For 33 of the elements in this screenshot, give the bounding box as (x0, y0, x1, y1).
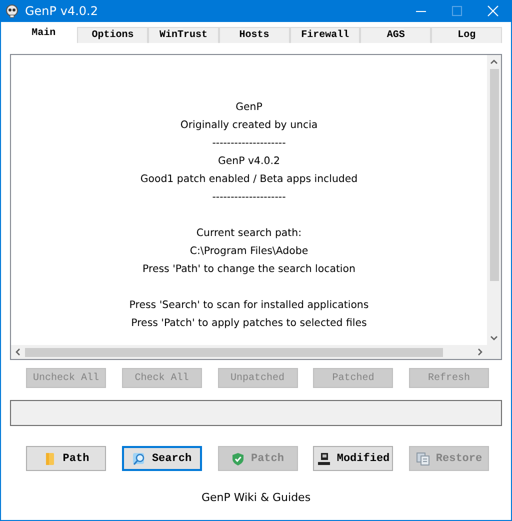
search-icon (132, 452, 146, 466)
horizontal-scrollbar[interactable] (11, 345, 487, 359)
output-line: Press 'Search' to scan for installed applications (129, 299, 369, 313)
action-button[interactable]: Path (26, 446, 106, 471)
scroll-thumb[interactable] (490, 69, 498, 281)
action-button[interactable]: Search (122, 446, 202, 471)
vertical-scrollbar[interactable] (487, 55, 501, 345)
computer-icon (316, 452, 331, 466)
documents-icon (416, 452, 430, 466)
window-title: GenP v4.0.2 (25, 4, 99, 18)
output-line: -------------------- (212, 191, 286, 205)
output-line: Current search path: (196, 227, 302, 241)
tab[interactable]: WinTrust (148, 27, 219, 43)
tab[interactable]: Firewall (290, 27, 360, 43)
output-line: Originally created by uncia (180, 119, 318, 133)
maximize-icon (451, 5, 463, 17)
action-button[interactable]: Modified (313, 446, 394, 471)
app-icon (5, 4, 19, 18)
output-line: C:\Program Files\Adobe (190, 245, 308, 259)
output-line: Good1 patch enabled / Beta apps included (140, 173, 358, 187)
tab[interactable]: Hosts (218, 27, 290, 43)
output-line: GenP (236, 101, 262, 115)
output-line: -------------------- (212, 137, 286, 151)
scroll-thumb[interactable] (25, 348, 443, 356)
output-line: GenP v4.0.2 (218, 155, 280, 169)
output-line: Press 'Path' to change the search location (142, 263, 356, 277)
tab[interactable]: Log (431, 27, 502, 43)
tab[interactable]: AGS (360, 27, 432, 43)
wiki-link[interactable]: GenP Wiki & Guides (201, 491, 311, 504)
output-line: Press 'Patch' to apply patches to selected files (131, 317, 367, 331)
shield-check-icon (230, 452, 245, 466)
close-icon[interactable] (487, 5, 499, 17)
tab[interactable]: Options (77, 27, 148, 43)
